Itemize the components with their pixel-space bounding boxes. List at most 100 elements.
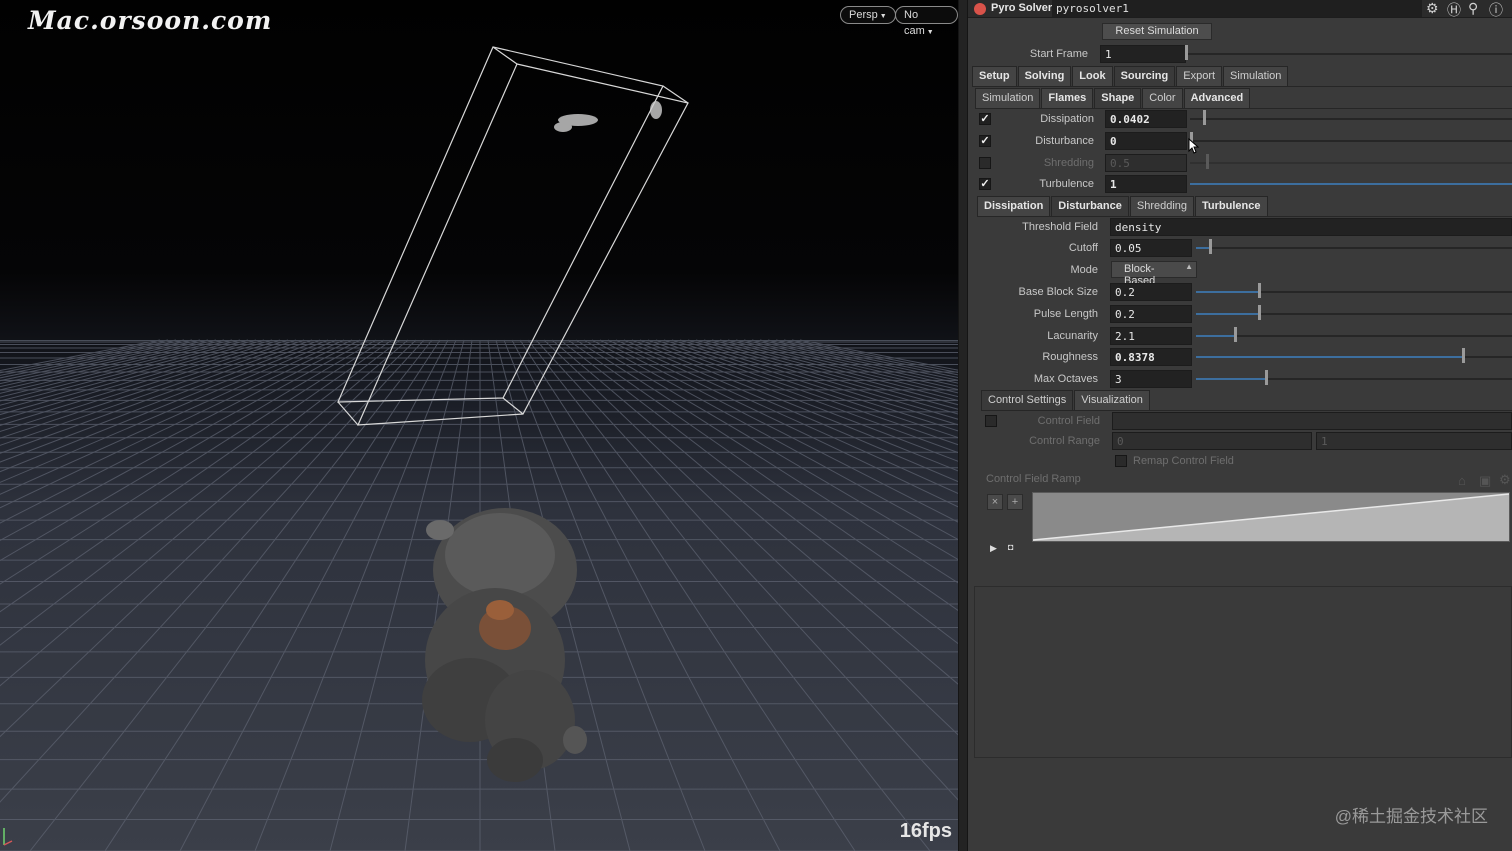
control-tab-bar: Control Settings Visualization [981, 390, 1151, 410]
detailtab-shredding[interactable]: Shredding [1129, 196, 1195, 216]
smoke-wisp [554, 101, 662, 132]
controltab-control-settings[interactable]: Control Settings [981, 390, 1074, 410]
tab-divider [972, 86, 1512, 87]
tab-sourcing[interactable]: Sourcing [1113, 66, 1176, 86]
subtab-advanced[interactable]: Advanced [1183, 88, 1251, 108]
dissipation-slider-handle[interactable] [1203, 110, 1206, 125]
node-name-field[interactable]: pyrosolver1 [1052, 0, 1422, 17]
turbulence-label: Turbulence [1039, 178, 1094, 190]
dissipation-label: Dissipation [1040, 113, 1094, 125]
roughness-field[interactable]: 0.8378 [1110, 348, 1192, 366]
tab-solving[interactable]: Solving [1017, 66, 1072, 86]
roughness-slider-handle[interactable] [1462, 348, 1465, 363]
subtab-color[interactable]: Color [1142, 88, 1183, 108]
camera-label: No cam [904, 9, 925, 37]
expand-icon[interactable]: ◘ [1008, 542, 1013, 552]
control-range-max[interactable]: 1 [1316, 432, 1512, 450]
ramp-delete-button[interactable]: × [987, 494, 1003, 510]
max-octaves-field[interactable]: 3 [1110, 370, 1192, 388]
base-block-size-slider-fill [1196, 291, 1258, 293]
persp-label: Persp [849, 9, 878, 21]
controltab-visualization[interactable]: Visualization [1074, 390, 1150, 410]
max-octaves-slider-handle[interactable] [1265, 370, 1268, 385]
pyro-node-icon [974, 3, 986, 15]
subtab-shape[interactable]: Shape [1094, 88, 1142, 108]
chevron-down-icon: ▼ [879, 13, 887, 20]
disturbance-checkbox[interactable]: ✓ [979, 135, 991, 147]
lacunarity-slider-handle[interactable] [1234, 327, 1237, 342]
max-octaves-label: Max Octaves [1033, 373, 1098, 385]
detail-tab-bar: Dissipation Disturbance Shredding Turbul… [977, 196, 1269, 216]
pulse-length-slider-handle[interactable] [1258, 305, 1261, 320]
lacunarity-field[interactable]: 2.1 [1110, 327, 1192, 345]
tab-setup[interactable]: Setup [972, 66, 1017, 86]
dissipation-slider[interactable] [1190, 118, 1512, 120]
subtab-flames[interactable]: Flames [1041, 88, 1094, 108]
fps-readout: 16fps [899, 820, 952, 842]
gear-icon[interactable]: ⚙ [1426, 0, 1439, 17]
shredding-slider-handle[interactable] [1206, 154, 1209, 169]
lacunarity-label: Lacunarity [1047, 330, 1098, 342]
base-block-size-field[interactable]: 0.2 [1110, 283, 1192, 301]
roughness-label: Roughness [1042, 351, 1098, 363]
tab-divider [981, 410, 1512, 411]
persp-menu-button[interactable]: Persp ▼ [840, 6, 896, 24]
turbulence-checkbox[interactable]: ✓ [979, 178, 991, 190]
search-icon[interactable]: ⚲ [1468, 0, 1478, 17]
dissipation-checkbox[interactable]: ✓ [979, 113, 991, 125]
control-ramp-editor[interactable] [1032, 492, 1510, 542]
pulse-length-field[interactable]: 0.2 [1110, 305, 1192, 323]
chevron-down-icon: ▼ [926, 29, 934, 36]
tab-divider [977, 216, 1512, 217]
gear-icon[interactable]: ⚙ [1499, 472, 1511, 488]
base-block-size-label: Base Block Size [1018, 286, 1098, 298]
control-range-min[interactable]: 0 [1112, 432, 1312, 450]
camera-menu-button[interactable]: No cam ▼ [895, 6, 958, 37]
max-octaves-slider-fill [1196, 378, 1266, 380]
shredding-label: Shredding [1043, 157, 1094, 169]
tab-look[interactable]: Look [1072, 66, 1113, 86]
shredding-checkbox[interactable] [979, 157, 991, 169]
updown-arrow-icon: ▲ [1185, 262, 1193, 271]
help-card-icon[interactable]: Ⓗ [1447, 0, 1461, 20]
start-frame-field[interactable]: 1 [1100, 45, 1186, 63]
base-block-size-slider-handle[interactable] [1258, 283, 1261, 298]
detailtab-turbulence[interactable]: Turbulence [1195, 196, 1268, 216]
reset-simulation-button[interactable]: Reset Simulation [1102, 23, 1212, 40]
cutoff-slider-fill [1196, 247, 1210, 249]
pane-splitter[interactable] [958, 0, 968, 851]
watermark-text: Mac.orsoon.com [28, 6, 273, 35]
detailtab-disturbance[interactable]: Disturbance [1051, 196, 1129, 216]
mode-dropdown[interactable]: Block-Based ▲ [1111, 261, 1197, 287]
ramp-label: Control Field Ramp [986, 473, 1081, 485]
cutoff-slider-handle[interactable] [1209, 239, 1212, 254]
lacunarity-slider[interactable] [1196, 335, 1512, 337]
disturbance-slider[interactable] [1190, 140, 1512, 142]
start-frame-slider[interactable] [1186, 53, 1512, 55]
dissipation-field[interactable]: 0.0402 [1105, 110, 1187, 128]
cutoff-field[interactable]: 0.05 [1110, 239, 1192, 257]
pyro-smoke-volume [422, 508, 587, 782]
subtab-simulation[interactable]: Simulation [975, 88, 1041, 108]
ramp-save-icon[interactable]: ▣ [1479, 473, 1491, 489]
turbulence-field[interactable]: 1 [1105, 175, 1187, 193]
detailtab-dissipation[interactable]: Dissipation [977, 196, 1051, 216]
control-field-input[interactable] [1112, 412, 1512, 430]
disturbance-field[interactable]: 0 [1105, 132, 1187, 150]
tab-export[interactable]: Export [1176, 66, 1223, 86]
scene-viewport[interactable]: Mac.orsoon.com Persp ▼ No cam ▼ 16fps [0, 0, 958, 851]
threshold-field-input[interactable]: density [1110, 218, 1512, 236]
turbulence-slider[interactable] [1190, 183, 1512, 185]
play-icon[interactable]: ▶ [990, 543, 997, 554]
axis-gizmo [3, 828, 13, 846]
sub-tab-bar: Simulation Flames Shape Color Advanced [975, 88, 1251, 108]
ramp-preset-icon[interactable]: ⌂ [1458, 473, 1466, 488]
ramp-add-button[interactable]: + [1007, 494, 1023, 510]
start-frame-slider-handle[interactable] [1185, 45, 1188, 60]
shredding-field[interactable]: 0.5 [1105, 154, 1187, 172]
cutoff-slider[interactable] [1196, 247, 1512, 249]
info-icon[interactable]: ⓘ [1489, 0, 1503, 20]
remap-checkbox[interactable] [1115, 455, 1127, 467]
shredding-slider[interactable] [1190, 162, 1512, 164]
tab-simulation[interactable]: Simulation [1223, 66, 1289, 86]
